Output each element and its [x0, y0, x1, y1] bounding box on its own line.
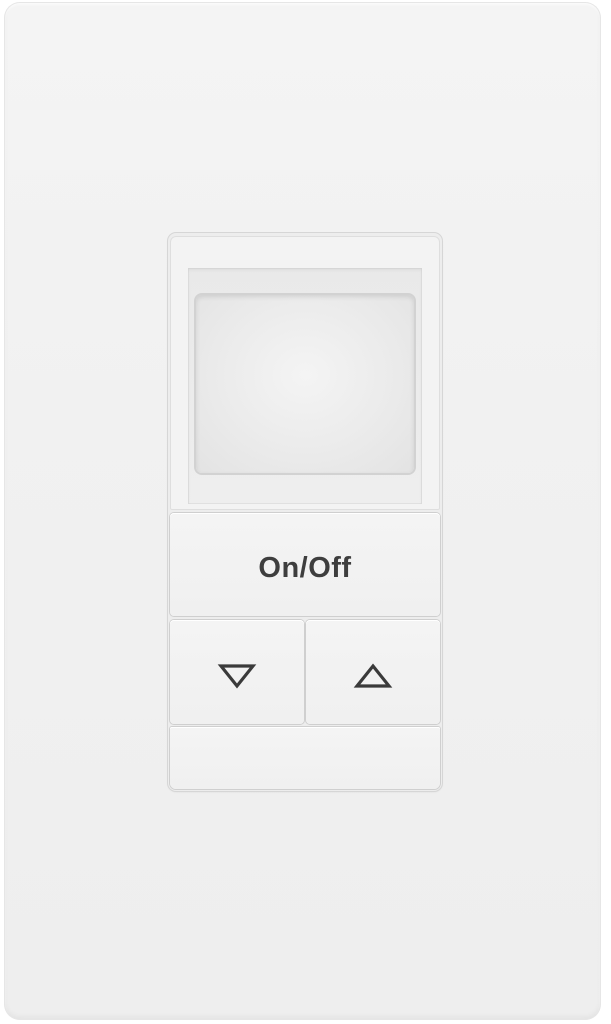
on-off-button[interactable]: On/Off: [170, 513, 440, 616]
occupancy-sensor-lens: [196, 295, 414, 473]
triangle-down-icon: [217, 663, 257, 689]
blank-button-bar[interactable]: [170, 727, 440, 789]
dim-down-button[interactable]: [170, 620, 304, 724]
dim-up-button[interactable]: [306, 620, 440, 724]
on-off-label: On/Off: [258, 552, 352, 584]
triangle-up-icon: [353, 663, 393, 689]
